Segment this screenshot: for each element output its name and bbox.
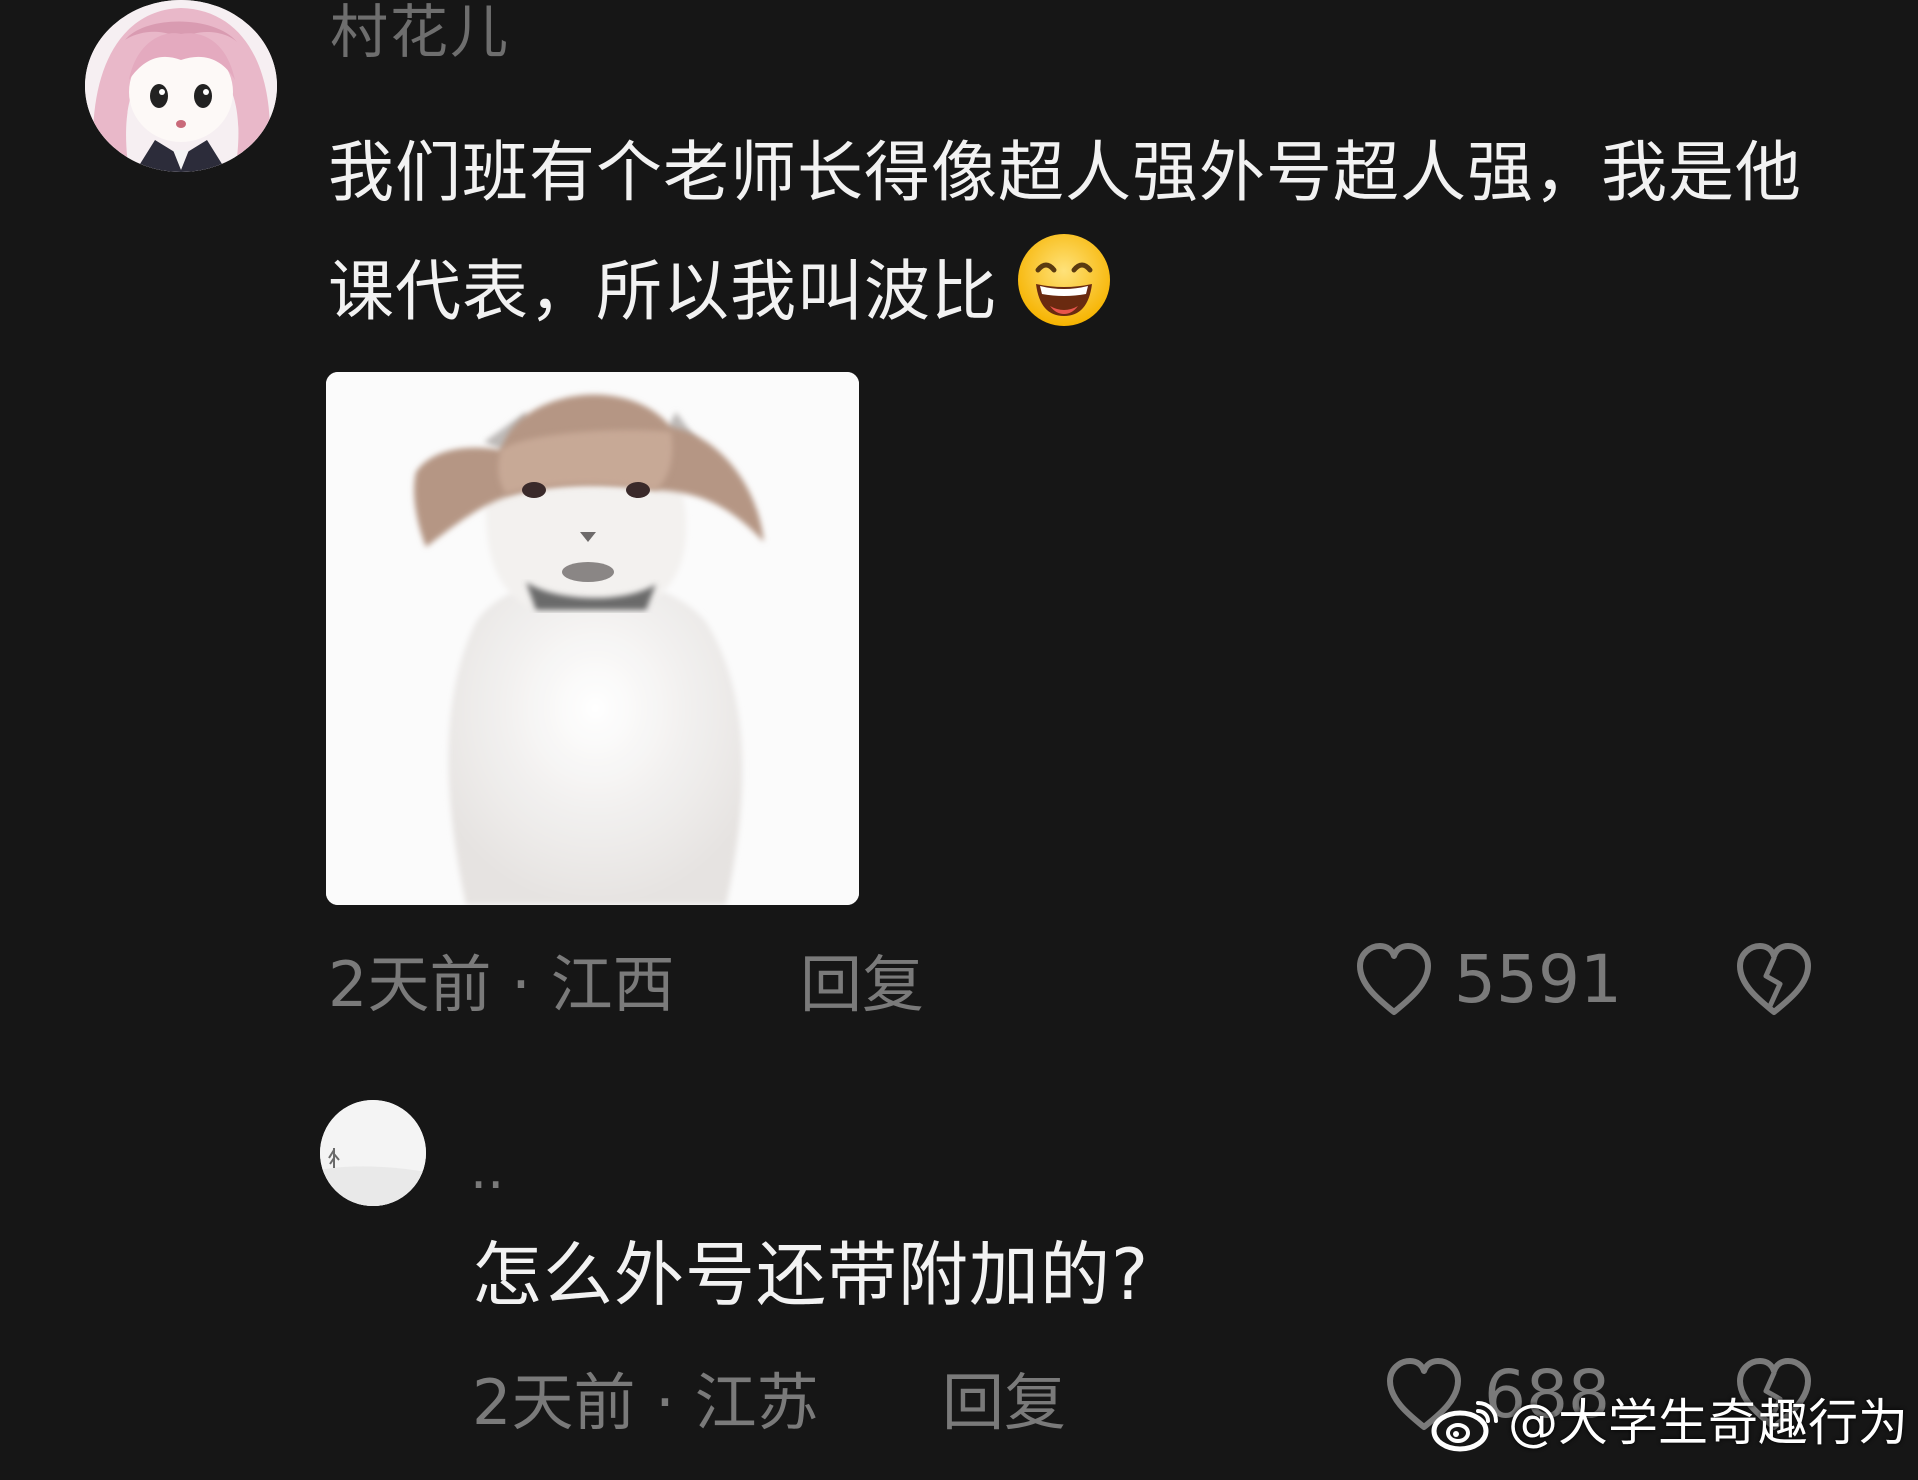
replier-username[interactable]: .. (470, 1140, 504, 1200)
like-count: 5591 (1454, 941, 1622, 1018)
reply-text: 怎么外号还带附加的? (472, 1234, 1150, 1316)
broken-heart-icon (1737, 943, 1811, 1015)
comment-time: 2天前 (328, 948, 492, 1021)
reply-time-location: 2天前 · 江苏 (472, 1368, 819, 1438)
cat-with-hat-image[interactable] (326, 372, 859, 905)
like-button[interactable]: 5591 (1352, 940, 1622, 1020)
heart-icon (1357, 943, 1431, 1015)
dislike-button[interactable] (1732, 940, 1816, 1024)
separator-dot: · (511, 948, 531, 1021)
replier-avatar[interactable] (320, 1100, 426, 1206)
grin-emoji-icon (1016, 232, 1112, 328)
watermark: @大学生奇趣行为 (1430, 1393, 1908, 1453)
comment-time-location: 2天前 · 江西 (328, 950, 675, 1020)
commenter-avatar[interactable] (85, 0, 277, 172)
weibo-icon (1431, 1401, 1498, 1452)
separator-dot: · (655, 1366, 675, 1439)
reply-location: 江苏 (694, 1366, 819, 1439)
comment-text: 我们班有个老师长得像超人强外号超人强，我是他课代表，所以我叫波比 (328, 114, 1868, 351)
reply-time: 2天前 (472, 1366, 636, 1439)
commenter-username[interactable]: 村花儿 (330, 0, 510, 64)
comment-location: 江西 (550, 948, 675, 1021)
watermark-text: @大学生奇趣行为 (1508, 1394, 1908, 1452)
reply-button[interactable]: 回复 (800, 950, 924, 1020)
reply-to-reply-button[interactable]: 回复 (942, 1368, 1066, 1438)
